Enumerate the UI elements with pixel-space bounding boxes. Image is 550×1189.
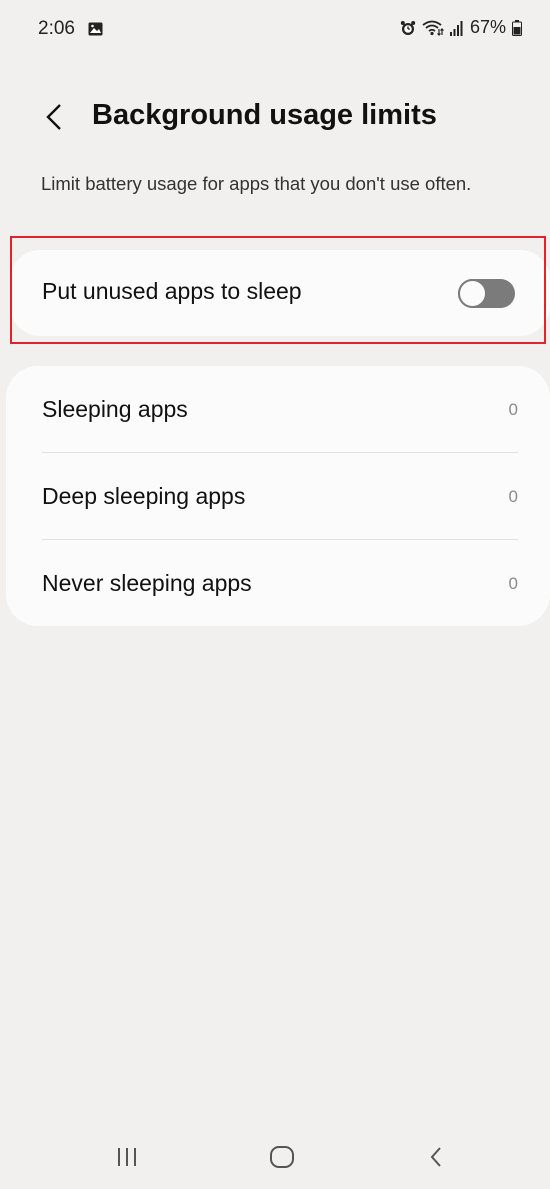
back-button[interactable] bbox=[34, 97, 74, 141]
recents-button[interactable] bbox=[107, 1144, 147, 1174]
list-item-count: 0 bbox=[508, 400, 518, 419]
list-item-count: 0 bbox=[508, 574, 518, 593]
list-item-label: Deep sleeping apps bbox=[42, 483, 246, 509]
back-icon bbox=[429, 1146, 443, 1173]
status-bar: 2:06 67% bbox=[0, 0, 550, 60]
page-header: Background usage limits bbox=[0, 85, 550, 155]
status-time: 2:06 bbox=[38, 18, 75, 39]
list-item-sleeping-apps[interactable]: Sleeping apps 0 bbox=[6, 366, 550, 452]
battery-text: 67% bbox=[469, 17, 506, 37]
status-icons: 67% bbox=[400, 17, 522, 38]
list-item-deep-sleeping-apps[interactable]: Deep sleeping apps 0 bbox=[6, 453, 550, 539]
page-title: Background usage limits bbox=[92, 99, 437, 131]
alarm-icon bbox=[400, 20, 416, 36]
home-button[interactable] bbox=[262, 1144, 302, 1174]
page-description: Limit battery usage for apps that you do… bbox=[41, 173, 472, 194]
list-item-label: Sleeping apps bbox=[42, 396, 188, 422]
list-item-count: 0 bbox=[508, 487, 518, 506]
battery-icon bbox=[512, 19, 522, 36]
sleep-lists-card: Sleeping apps 0 Deep sleeping apps 0 Nev… bbox=[6, 366, 550, 626]
wifi-icon bbox=[422, 20, 444, 36]
navigation-bar bbox=[0, 1130, 550, 1189]
gallery-icon bbox=[88, 22, 103, 36]
recents-icon bbox=[115, 1146, 139, 1173]
home-icon bbox=[269, 1145, 295, 1174]
highlight-frame bbox=[10, 236, 546, 344]
back-nav-button[interactable] bbox=[416, 1144, 456, 1174]
back-arrow-icon bbox=[46, 103, 62, 136]
list-item-label: Never sleeping apps bbox=[42, 570, 252, 596]
signal-icon bbox=[449, 20, 464, 36]
list-item-never-sleeping-apps[interactable]: Never sleeping apps 0 bbox=[6, 540, 550, 626]
